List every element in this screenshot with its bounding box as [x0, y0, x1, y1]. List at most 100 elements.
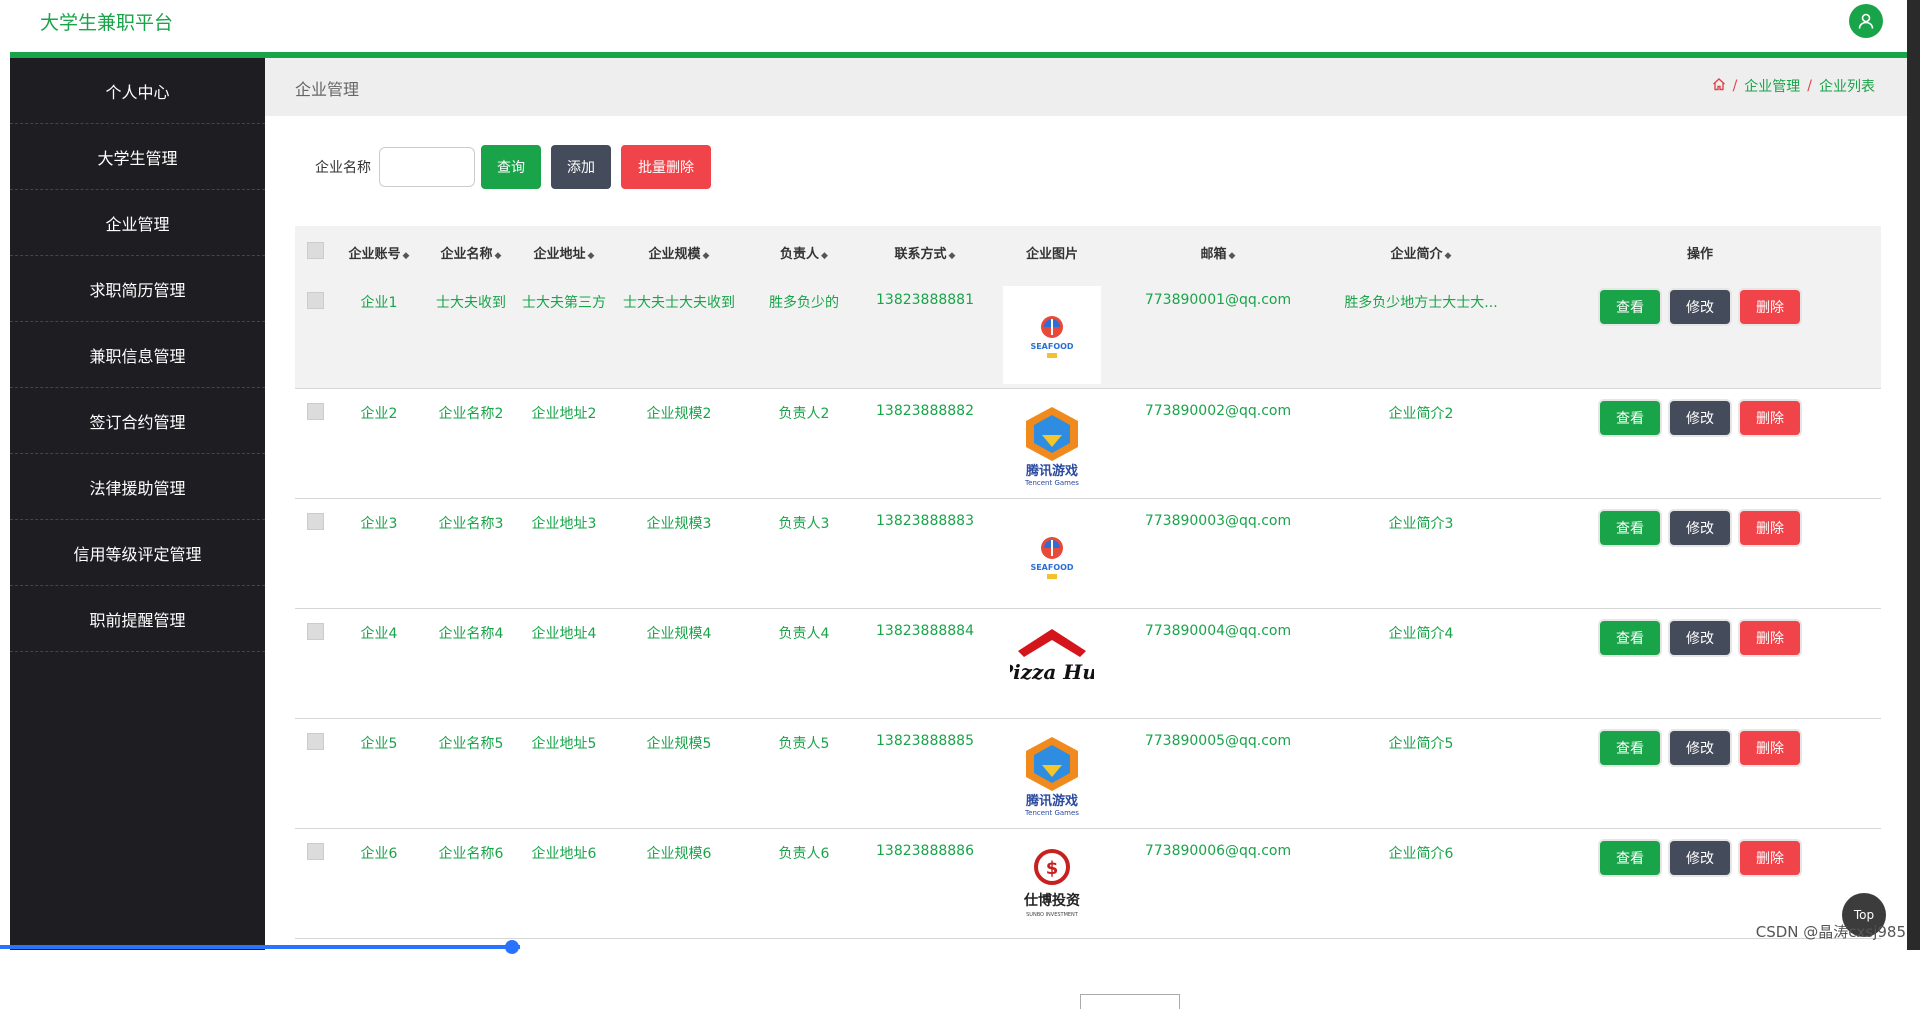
enterprise-name-input[interactable] — [379, 147, 475, 187]
breadcrumb-separator: / — [1732, 78, 1738, 94]
column-header[interactable]: 企业简介 ◆ — [1323, 226, 1519, 278]
delete-button[interactable]: 删除 — [1740, 290, 1800, 324]
cell-phone: 13823888882 — [876, 402, 974, 419]
column-header[interactable]: 企业账号 ◆ — [335, 226, 423, 278]
sort-icon[interactable]: ◆ — [703, 251, 710, 261]
cell-account: 企业3 — [360, 515, 398, 532]
row-checkbox[interactable] — [306, 402, 324, 420]
table-row: 企业2 企业名称2 企业地址2 企业规模2 负责人2 13823888882 腾… — [295, 388, 1881, 498]
row-checkbox[interactable] — [306, 292, 324, 309]
sidebar-item-resumes[interactable]: 求职简历管理 — [10, 256, 265, 322]
cell-address: 士大夫第三方 — [522, 295, 606, 311]
cell-name: 企业名称5 — [438, 735, 504, 752]
edit-button[interactable]: 修改 — [1670, 620, 1730, 655]
sidebar-item-credit-rating[interactable]: 信用等级评定管理 — [10, 520, 265, 586]
cell-intro: 企业简介5 — [1388, 735, 1454, 752]
column-header[interactable]: 邮箱 ◆ — [1113, 226, 1323, 278]
table-row: 企业6 企业名称6 企业地址6 企业规模6 负责人6 13823888886 $… — [295, 828, 1881, 938]
delete-button[interactable]: 删除 — [1740, 510, 1800, 545]
search-label: 企业名称 — [315, 160, 371, 176]
cell-name: 企业名称3 — [438, 515, 504, 532]
row-checkbox[interactable] — [306, 512, 324, 530]
breadcrumb: / 企业管理 / 企业列表 — [1712, 76, 1875, 96]
breadcrumb-bar: 企业管理 / 企业管理 / 企业列表 — [265, 58, 1907, 116]
sidebar-item-students[interactable]: 大学生管理 — [10, 124, 265, 190]
cell-manager: 负责人5 — [778, 735, 830, 752]
watermark: CSDN @晶涛cxsj985 — [1755, 923, 1906, 941]
edit-button[interactable]: 修改 — [1670, 510, 1730, 545]
cell-email: 773890004@qq.com — [1144, 622, 1292, 639]
sidebar-item-label: 企业管理 — [105, 214, 170, 234]
cell-phone: 13823888886 — [876, 842, 974, 859]
sidebar-item-personal-center[interactable]: 个人中心 — [10, 58, 265, 124]
cell-scale: 企业规模5 — [646, 735, 712, 752]
cell-manager: 负责人3 — [778, 515, 830, 532]
cell-intro: 胜多负少地方士大士大... — [1344, 295, 1498, 311]
sort-icon[interactable]: ◆ — [403, 251, 410, 261]
edit-button[interactable]: 修改 — [1670, 290, 1730, 324]
cell-phone: 13823888883 — [876, 512, 974, 529]
image-placeholder — [1080, 994, 1180, 1009]
row-checkbox[interactable] — [306, 622, 324, 640]
sort-icon[interactable]: ◆ — [1229, 251, 1236, 261]
table-row: 企业3 企业名称3 企业地址3 企业规模3 负责人3 13823888883 S… — [295, 498, 1881, 608]
sidebar-item-legal-aid[interactable]: 法律援助管理 — [10, 454, 265, 520]
enterprise-table: 企业账号 ◆ 企业名称 ◆ 企业地址 ◆ 企业规模 ◆ 负责人 ◆ 联系方式 ◆ 企业图片 … — [295, 226, 1881, 939]
horizontal-scrollbar[interactable] — [0, 945, 520, 949]
sort-icon[interactable]: ◆ — [1445, 251, 1452, 261]
column-header[interactable]: 联系方式 ◆ — [859, 226, 991, 278]
column-header[interactable]: 企业名称 ◆ — [423, 226, 519, 278]
select-all-checkbox[interactable] — [306, 241, 324, 259]
add-button[interactable]: 添加 — [551, 145, 611, 189]
seafood-logo: SEAFOOD — [1003, 286, 1101, 384]
row-checkbox[interactable] — [306, 732, 324, 750]
sort-icon[interactable]: ◆ — [495, 251, 502, 261]
sidebar-item-part-time-jobs[interactable]: 兼职信息管理 — [10, 322, 265, 388]
delete-button[interactable]: 删除 — [1740, 730, 1800, 765]
window-edge — [1907, 0, 1920, 950]
column-header[interactable]: 企业规模 ◆ — [609, 226, 749, 278]
cell-intro: 企业简介2 — [1388, 405, 1454, 422]
breadcrumb-item-enterprise-management[interactable]: 企业管理 — [1744, 76, 1800, 96]
cell-scale: 企业规模6 — [646, 845, 712, 862]
column-header[interactable]: 负责人 ◆ — [749, 226, 859, 278]
sort-icon[interactable]: ◆ — [588, 251, 595, 261]
view-button[interactable]: 查看 — [1600, 400, 1660, 435]
scrollbar-handle[interactable] — [505, 940, 519, 954]
column-header: 企业图片 — [1025, 246, 1078, 262]
sidebar-item-pre-job-reminders[interactable]: 职前提醒管理 — [10, 586, 265, 652]
delete-button[interactable]: 删除 — [1740, 400, 1800, 435]
sidebar-item-enterprises[interactable]: 企业管理 — [10, 190, 265, 256]
column-header[interactable]: 企业地址 ◆ — [519, 226, 609, 278]
cell-manager: 胜多负少的 — [769, 295, 839, 311]
sort-icon[interactable]: ◆ — [949, 251, 956, 261]
breadcrumb-item-enterprise-list: 企业列表 — [1819, 79, 1875, 95]
edit-button[interactable]: 修改 — [1670, 840, 1730, 875]
view-button[interactable]: 查看 — [1600, 290, 1660, 324]
tencent-games-logo: 腾讯游戏 Tencent Games — [1003, 726, 1101, 825]
cell-account: 企业4 — [360, 625, 398, 642]
sidebar-item-contracts[interactable]: 签订合约管理 — [10, 388, 265, 454]
sidebar-item-label: 大学生管理 — [97, 148, 178, 168]
cell-intro: 企业简介4 — [1388, 625, 1454, 642]
pizza-hut-logo: Pizza Hut — [1003, 616, 1101, 715]
edit-button[interactable]: 修改 — [1670, 400, 1730, 435]
edit-button[interactable]: 修改 — [1670, 730, 1730, 765]
view-button[interactable]: 查看 — [1600, 840, 1660, 875]
view-button[interactable]: 查看 — [1600, 510, 1660, 545]
table-row: 企业1 士大夫收到 士大夫第三方 士大夫士大夫收到 胜多负少的 13823888… — [295, 278, 1881, 388]
delete-button[interactable]: 删除 — [1740, 620, 1800, 655]
cell-account: 企业2 — [360, 405, 398, 422]
delete-button[interactable]: 删除 — [1740, 840, 1800, 875]
batch-delete-button[interactable]: 批量删除 — [621, 145, 711, 189]
row-checkbox[interactable] — [306, 842, 324, 860]
table-row: 企业4 企业名称4 企业地址4 企业规模4 负责人4 13823888884 P… — [295, 608, 1881, 718]
user-icon[interactable] — [1849, 4, 1883, 38]
cell-name: 企业名称2 — [438, 405, 504, 422]
view-button[interactable]: 查看 — [1600, 620, 1660, 655]
home-icon[interactable] — [1712, 77, 1726, 95]
sidebar: 个人中心 大学生管理 企业管理 求职简历管理 兼职信息管理 签订合约管理 法律援… — [10, 58, 265, 950]
sort-icon[interactable]: ◆ — [821, 251, 828, 261]
query-button[interactable]: 查询 — [481, 145, 541, 189]
view-button[interactable]: 查看 — [1600, 730, 1660, 765]
